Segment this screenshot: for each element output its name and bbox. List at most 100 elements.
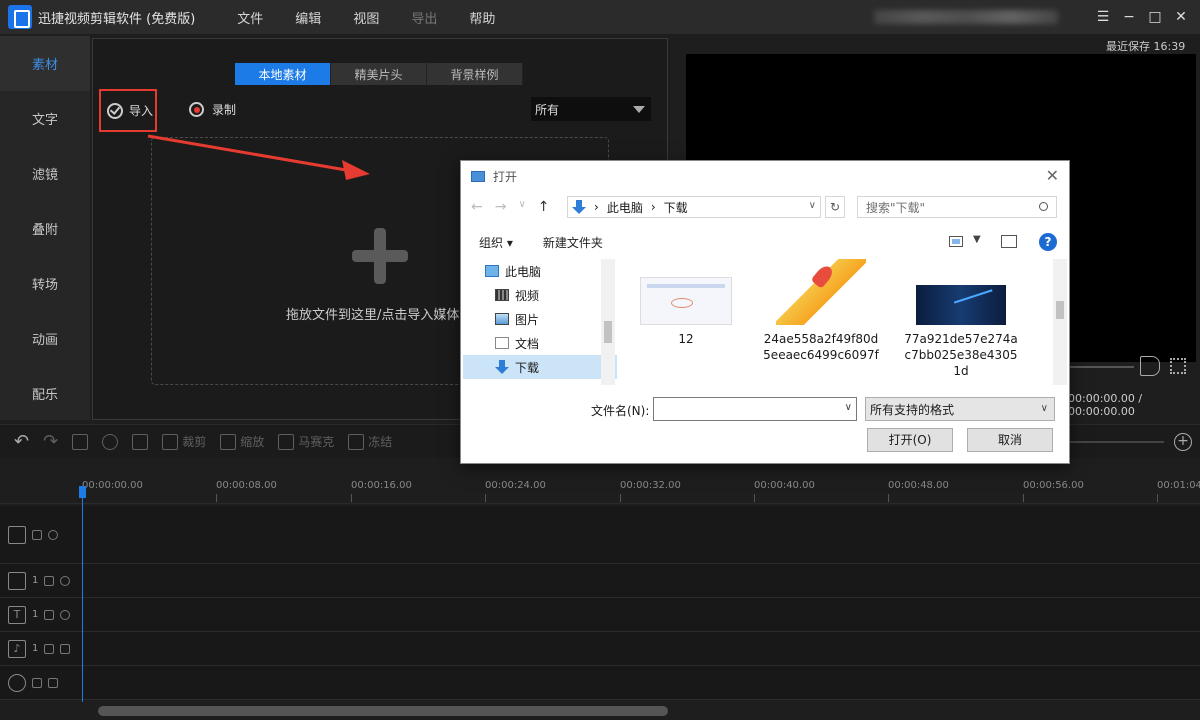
tick-mark: [351, 494, 352, 502]
track-header: 1: [0, 564, 82, 597]
menu-export[interactable]: 导出: [411, 8, 437, 27]
refresh-icon[interactable]: ↻: [825, 196, 845, 218]
timeline-ruler[interactable]: 00:00:00.00 00:00:08.00 00:00:16.00 00:0…: [0, 474, 1200, 504]
file-type-select[interactable]: 所有支持的格式 ∨: [865, 397, 1055, 421]
nav-item-this-pc[interactable]: 此电脑: [463, 259, 617, 283]
nav-pane-scrollbar[interactable]: [601, 259, 615, 385]
eye-icon[interactable]: [48, 529, 58, 540]
freeze-button[interactable]: 冻结: [348, 433, 392, 450]
file-item[interactable]: 12: [621, 259, 751, 347]
crop-button[interactable]: 裁剪: [162, 433, 206, 450]
mosaic-button[interactable]: 马赛克: [278, 433, 334, 450]
import-button[interactable]: 导入: [99, 89, 157, 132]
open-button[interactable]: 打开(O): [867, 428, 953, 452]
scrollbar-thumb[interactable]: [604, 321, 612, 343]
tab-filters[interactable]: 滤镜: [0, 146, 90, 201]
tab-overlay[interactable]: 叠附: [0, 201, 90, 256]
maximize-button[interactable]: □: [1142, 4, 1168, 30]
scrollbar-thumb[interactable]: [1056, 301, 1064, 319]
zoom-in-icon[interactable]: +: [1174, 433, 1192, 451]
cancel-button[interactable]: 取消: [967, 428, 1053, 452]
filmstrip-icon: [8, 571, 26, 590]
breadcrumb-downloads[interactable]: 下载: [664, 199, 688, 216]
new-folder-button[interactable]: 新建文件夹: [543, 234, 603, 251]
autosave-status: 最近保存 16:39: [1106, 40, 1186, 53]
edit-button[interactable]: [72, 433, 89, 450]
organize-button[interactable]: 组织 ▾: [479, 234, 513, 251]
close-button[interactable]: ✕: [1168, 4, 1194, 30]
help-icon[interactable]: ?: [1039, 233, 1057, 251]
breadcrumb-this-pc[interactable]: 此电脑: [607, 199, 643, 216]
file-item[interactable]: 24ae558a2f49f80d5eeaec6499c6097f: [761, 259, 881, 363]
tab-intros[interactable]: 精美片头: [331, 63, 427, 85]
playhead[interactable]: [82, 486, 83, 704]
tab-local-media[interactable]: 本地素材: [235, 63, 331, 85]
menu-edit[interactable]: 编辑: [295, 8, 321, 27]
record-button[interactable]: 录制: [189, 101, 236, 118]
media-filter-select[interactable]: 所有: [531, 97, 651, 121]
file-name: 12: [678, 332, 694, 346]
split-button[interactable]: [102, 433, 119, 450]
menu-file[interactable]: 文件: [237, 8, 263, 27]
address-bar[interactable]: › 此电脑 › 下载 ∨: [567, 196, 821, 218]
fullscreen-icon[interactable]: [1170, 358, 1186, 374]
voice-track[interactable]: [0, 666, 1200, 700]
volume-icon[interactable]: [1140, 356, 1160, 376]
tab-music[interactable]: 配乐: [0, 366, 90, 421]
tab-animation[interactable]: 动画: [0, 311, 90, 366]
file-list-scrollbar[interactable]: [1053, 259, 1067, 385]
undo-button[interactable]: ↶: [14, 431, 29, 452]
preview-pane-icon[interactable]: [1001, 235, 1017, 248]
tab-media[interactable]: 素材: [0, 36, 90, 91]
search-input[interactable]: 搜索"下载": [857, 196, 1057, 218]
settings-menu-icon[interactable]: ☰: [1090, 4, 1116, 30]
back-arrow-icon[interactable]: ←: [471, 199, 483, 215]
up-arrow-icon[interactable]: ↑: [538, 199, 550, 215]
text-track-1[interactable]: T 1: [0, 598, 1200, 632]
nav-item-downloads[interactable]: 下载: [463, 355, 617, 379]
lock-icon[interactable]: [44, 643, 55, 654]
speaker-icon[interactable]: [48, 677, 58, 688]
music-track-1[interactable]: ♪ 1: [0, 632, 1200, 666]
filename-input[interactable]: ∨: [653, 397, 857, 421]
tab-backgrounds[interactable]: 背景样例: [427, 63, 523, 85]
menu-view[interactable]: 视图: [353, 8, 379, 27]
tab-transitions[interactable]: 转场: [0, 256, 90, 311]
chevron-down-icon[interactable]: ▼: [973, 234, 981, 245]
view-mode-icon[interactable]: [949, 236, 963, 247]
zoom-button[interactable]: 缩放: [220, 433, 264, 450]
chevron-right-icon: ›: [650, 200, 656, 214]
tab-text[interactable]: 文字: [0, 91, 90, 146]
timeline-zoom-slider[interactable]: [1060, 441, 1164, 443]
main-video-track[interactable]: [0, 506, 1200, 564]
redo-button[interactable]: ↷: [43, 431, 58, 452]
tick-mark: [216, 494, 217, 502]
video-track-1[interactable]: 1: [0, 564, 1200, 598]
chevron-down-icon[interactable]: ∨: [518, 199, 525, 215]
eye-icon[interactable]: [60, 575, 71, 586]
minimize-button[interactable]: −: [1116, 4, 1142, 30]
forward-arrow-icon[interactable]: →: [495, 199, 507, 215]
dialog-close-icon[interactable]: ✕: [1046, 166, 1059, 185]
chevron-down-icon[interactable]: ∨: [845, 402, 852, 413]
speaker-icon[interactable]: [60, 643, 71, 654]
chevron-down-icon[interactable]: ∨: [809, 200, 816, 211]
lock-icon[interactable]: [32, 529, 42, 540]
timeline-scrollbar[interactable]: [0, 702, 1200, 720]
blurred-user-info: [874, 10, 1058, 24]
preview-progress-slider[interactable]: [1068, 366, 1134, 368]
file-item[interactable]: 77a921de57e274ac7bb025e38e43051d: [901, 259, 1021, 379]
menu-help[interactable]: 帮助: [469, 8, 495, 27]
scrollbar-thumb[interactable]: [98, 706, 668, 716]
plus-icon: [352, 228, 408, 284]
lock-icon[interactable]: [32, 677, 42, 688]
nav-item-pictures[interactable]: 图片: [463, 307, 617, 331]
eye-icon[interactable]: [60, 609, 71, 620]
nav-item-videos[interactable]: 视频: [463, 283, 617, 307]
lock-icon[interactable]: [44, 609, 55, 620]
nav-item-documents[interactable]: 文档: [463, 331, 617, 355]
playhead-handle[interactable]: [79, 486, 86, 498]
lock-icon[interactable]: [44, 575, 55, 586]
window-controls: ☰ − □ ✕: [1090, 0, 1194, 34]
delete-button[interactable]: [132, 433, 149, 450]
